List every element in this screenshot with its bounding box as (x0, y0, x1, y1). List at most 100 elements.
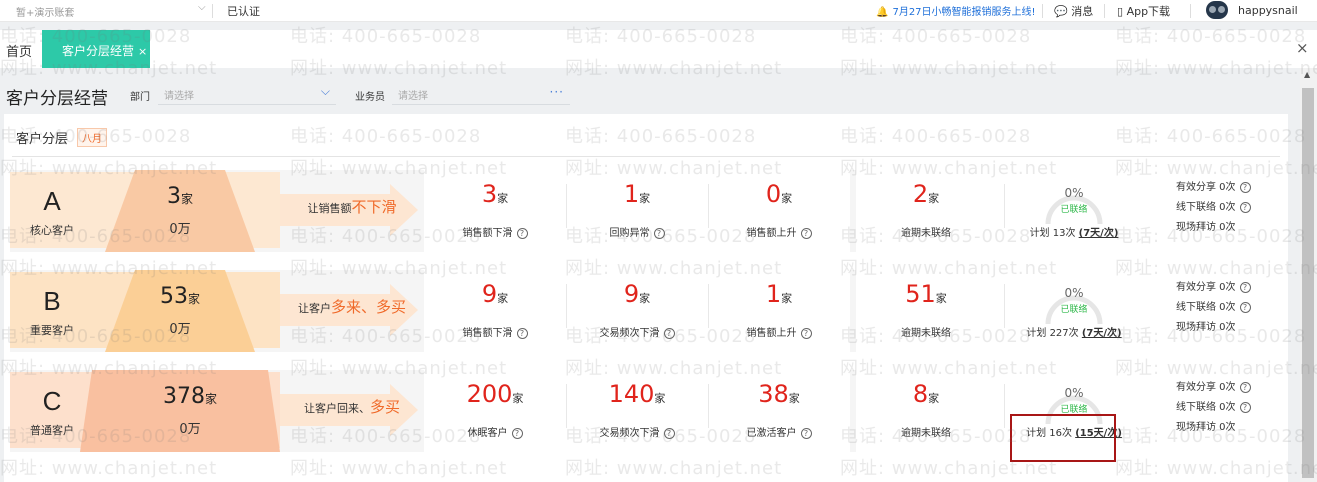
tab-label: 客户分层经营 (62, 44, 135, 58)
metric-label: 交易频次下滑? (566, 324, 708, 339)
close-icon[interactable]: × (1296, 39, 1309, 57)
slogan-highlight: 多买 (369, 398, 400, 416)
help-icon[interactable]: ? (800, 428, 812, 439)
tier-row: A 核心客户 3家 0万 让销售额不下滑 3家 销售额下滑? 1家 回购异常? (10, 170, 1272, 252)
divider (1004, 284, 1005, 328)
month-badge[interactable]: 八月 (77, 128, 107, 147)
scroll-up-icon[interactable]: ▲ (1304, 70, 1310, 79)
section-title: 客户分层 (16, 132, 69, 147)
contact-stats: 有效分享 0次? 线下联络 0次? 现场拜访 0次 (1176, 278, 1272, 338)
tier-amount: 0万 (179, 422, 201, 437)
bell-icon: 🔔 (876, 7, 889, 18)
metric-card[interactable]: 3家 销售额下滑? (424, 170, 566, 252)
metric-label-text: 销售额上升 (746, 328, 797, 339)
metric-number: 200 (466, 380, 513, 408)
help-icon[interactable]: ? (1239, 302, 1251, 313)
help-icon[interactable]: ? (800, 228, 812, 239)
avatar (1206, 1, 1228, 19)
metric-card[interactable]: 140家 交易频次下滑? (566, 370, 708, 452)
plan-frequency-link[interactable]: (7天/次) (1082, 328, 1122, 339)
help-icon[interactable]: ? (516, 228, 528, 239)
metric-number: 38 (758, 380, 789, 408)
help-icon[interactable]: ? (1239, 202, 1251, 213)
unit: 家 (204, 392, 217, 406)
metric-card[interactable]: 9家 交易频次下滑? (566, 270, 708, 352)
unit: 家 (781, 292, 793, 305)
tier-name: 核心客户 (30, 224, 74, 237)
tier-contact: 2家 逾期未联络 0% 已联络 计划 13次 (7天/次) 有效分享 0次? 线下… (856, 170, 1272, 252)
help-icon[interactable]: ? (1239, 182, 1251, 193)
salesperson-placeholder: 请选择 (398, 91, 428, 102)
overdue-card[interactable]: 51家 逾期未联络 (856, 270, 996, 352)
metric-value: 1家 (708, 280, 850, 308)
salesperson-select[interactable]: 请选择 ··· (392, 83, 570, 105)
phone-icon: ▯ (1117, 5, 1124, 18)
metric-value: 1家 (566, 180, 708, 208)
tier-summary[interactable]: B 重要客户 53家 0万 让客户多来、多买 (10, 270, 418, 352)
tier-summary[interactable]: A 核心客户 3家 0万 让销售额不下滑 (10, 170, 418, 252)
overdue-number: 2 (912, 180, 929, 208)
unit: 家 (781, 192, 793, 205)
tier-summary[interactable]: C 普通客户 378家 0万 让客户回来、多买 (10, 370, 418, 452)
overdue-value: 51家 (856, 280, 996, 308)
tier-name: 重要客户 (30, 324, 74, 337)
tier-letter: B (43, 286, 61, 316)
tab-customer-tiering[interactable]: 客户分层经营 × (42, 30, 150, 68)
help-icon[interactable]: ? (516, 328, 528, 339)
overdue-value: 8家 (856, 380, 996, 408)
help-icon[interactable]: ? (511, 428, 523, 439)
help-icon[interactable]: ? (653, 228, 665, 239)
metric-number: 3 (481, 180, 498, 208)
unit: 家 (497, 292, 509, 305)
metric-card[interactable]: 1家 销售额上升? (708, 270, 850, 352)
help-icon[interactable]: ? (1239, 402, 1251, 413)
help-icon[interactable]: ? (800, 328, 812, 339)
tab-home[interactable]: 首页 (6, 41, 32, 60)
close-tab-icon[interactable]: × (138, 45, 147, 58)
tier-count-value: 3 (166, 184, 181, 209)
help-icon[interactable]: ? (663, 328, 675, 339)
gauge-percent: 0% (1064, 386, 1084, 400)
tier-slogan: 让销售额不下滑 (282, 196, 422, 217)
help-icon[interactable]: ? (1239, 382, 1251, 393)
stat-text: 现场拜访 0次 (1176, 422, 1236, 433)
metric-label: 回购异常? (566, 224, 708, 239)
app-download-button[interactable]: ▯ App下载 (1117, 3, 1170, 19)
scrollbar[interactable]: ▲ (1300, 68, 1317, 482)
stat-text: 现场拜访 0次 (1176, 222, 1236, 233)
tier-slogan: 让客户多来、多买 (282, 296, 422, 317)
plan-frequency-link[interactable]: (7天/次) (1079, 228, 1119, 239)
stat-text: 线下联络 0次 (1176, 202, 1236, 213)
notice-link[interactable]: 🔔 7月27日小畅智能报销服务上线! (876, 3, 1036, 18)
unit: 家 (187, 292, 200, 306)
overdue-number: 51 (905, 280, 936, 308)
stat-line: 有效分享 0次? (1176, 378, 1272, 398)
overdue-card[interactable]: 2家 逾期未联络 (856, 170, 996, 252)
overdue-number: 8 (912, 380, 929, 408)
tier-count: 53家 (130, 284, 230, 309)
metric-card[interactable]: 38家 已激活客户? (708, 370, 850, 452)
metric-card[interactable]: 200家 休眠客户? (424, 370, 566, 452)
metric-number: 9 (481, 280, 498, 308)
tier-count-value: 53 (159, 284, 188, 309)
divider (1190, 4, 1191, 18)
slogan-prefix: 让客户 (297, 302, 331, 315)
account-selector[interactable]: 暂+演示账套 (16, 4, 74, 19)
metric-card[interactable]: 1家 回购异常? (566, 170, 708, 252)
help-icon[interactable]: ? (663, 428, 675, 439)
stat-line: 线下联络 0次? (1176, 398, 1272, 418)
metric-card[interactable]: 0家 销售额上升? (708, 170, 850, 252)
user-menu[interactable]: happysnail (1206, 1, 1298, 19)
messages-button[interactable]: 💬 消息 (1054, 3, 1093, 19)
dept-select[interactable]: 请选择 ⌵ (158, 83, 336, 105)
chevron-down-icon[interactable]: ⌵ (198, 2, 206, 13)
stat-text: 有效分享 0次 (1176, 382, 1236, 393)
scrollbar-thumb[interactable] (1302, 88, 1314, 478)
overdue-card[interactable]: 8家 逾期未联络 (856, 370, 996, 452)
metric-label-text: 休眠客户 (467, 428, 508, 439)
metric-label-text: 销售额下滑 (462, 228, 513, 239)
help-icon[interactable]: ? (1239, 282, 1251, 293)
metric-card[interactable]: 9家 销售额下滑? (424, 270, 566, 352)
metric-number: 1 (623, 180, 640, 208)
stat-text: 线下联络 0次 (1176, 402, 1236, 413)
